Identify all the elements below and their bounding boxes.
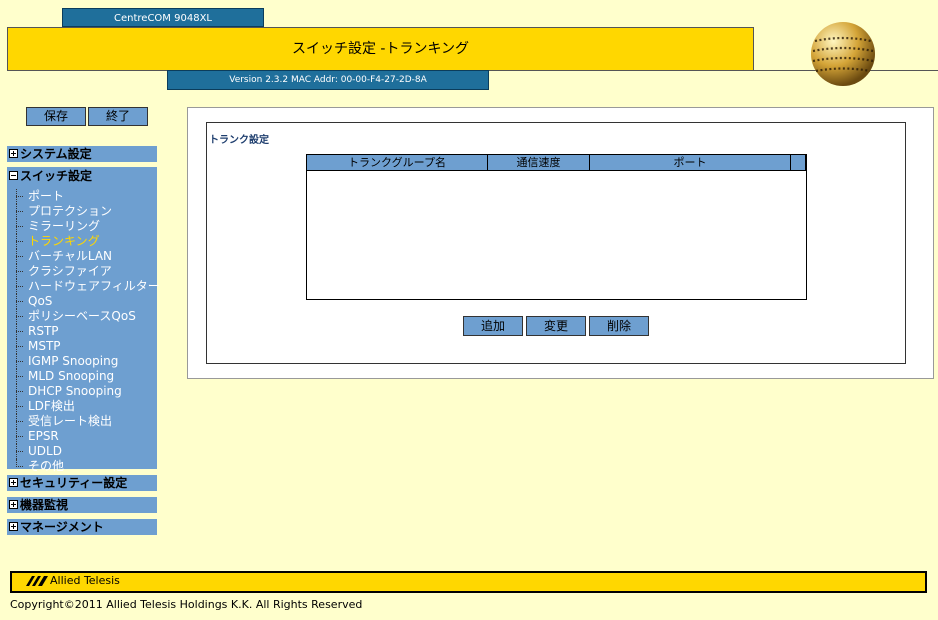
nav-switch-settings[interactable]: スイッチ設定 xyxy=(7,168,157,184)
footer-bar xyxy=(10,571,927,593)
nav-item[interactable]: MSTP xyxy=(15,339,160,354)
page-title: スイッチ設定 -トランキング xyxy=(7,27,754,71)
nav-item[interactable]: MLD Snooping xyxy=(15,369,160,384)
nav-item-label: クラシファイア xyxy=(28,264,112,278)
nav-item-label: RSTP xyxy=(28,324,59,338)
nav-item-label: EPSR xyxy=(28,429,59,443)
nav-item[interactable]: ハードウェアフィルター xyxy=(15,279,160,294)
tree-branch xyxy=(16,361,23,362)
expand-icon xyxy=(9,149,18,158)
tree-branch xyxy=(16,301,23,302)
tree-branch xyxy=(16,436,23,437)
nav-item[interactable]: 受信レート検出 xyxy=(15,414,160,429)
table-header-group-name: トランクグループ名 xyxy=(307,155,488,171)
tree-branch xyxy=(16,391,23,392)
tree-branch xyxy=(16,196,23,197)
nav-item[interactable]: QoS xyxy=(15,294,160,309)
tree-branch xyxy=(16,226,23,227)
collapse-icon xyxy=(9,171,18,180)
nav-item[interactable]: IGMP Snooping xyxy=(15,354,160,369)
nav-item-label: ポート xyxy=(28,189,65,203)
tree-branch xyxy=(16,376,23,377)
exit-button[interactable]: 終了 xyxy=(88,107,148,126)
tree-branch xyxy=(16,286,23,287)
change-button[interactable]: 変更 xyxy=(526,316,586,336)
nav-item[interactable]: DHCP Snooping xyxy=(15,384,160,399)
nav-item-label: その他 xyxy=(28,459,65,473)
nav-item-label: 受信レート検出 xyxy=(28,414,113,428)
tree-branch xyxy=(16,271,23,272)
allied-telesis-logo: Allied Telesis xyxy=(26,574,120,588)
model-tab: CentreCOM 9048XL xyxy=(62,8,264,27)
nav-item[interactable]: LDF検出 xyxy=(15,399,160,414)
tree-branch xyxy=(16,211,23,212)
nav-item[interactable]: その他 xyxy=(15,459,160,474)
section-title: トランク設定 xyxy=(209,135,269,146)
nav-device-monitor[interactable]: 機器監視 xyxy=(7,497,157,513)
nav-management-label: マネージメント xyxy=(20,520,104,534)
nav-switch-settings-panel: スイッチ設定 ポート プロテクション ミラーリング トランキング バーチャルLAN クラシ… xyxy=(7,167,160,473)
nav-item-label: MSTP xyxy=(28,339,61,353)
tree-branch xyxy=(16,316,23,317)
nav-item[interactable]: UDLD xyxy=(15,444,160,459)
nav-item-label: バーチャルLAN xyxy=(28,249,113,263)
copyright-text: Copyright©2011 Allied Telesis Holdings K… xyxy=(10,598,363,611)
version-info: Version 2.3.2 MAC Addr: 00-00-F4-27-2D-8… xyxy=(167,70,489,90)
tree-branch xyxy=(16,241,23,242)
allied-telesis-logo-icon xyxy=(26,576,48,586)
expand-icon xyxy=(9,522,18,531)
nav-item-label: トランキング xyxy=(28,234,100,248)
nav-system-label: システム設定 xyxy=(20,147,92,161)
nav-item[interactable]: バーチャルLAN xyxy=(15,249,160,264)
table-header-speed: 通信速度 xyxy=(488,155,590,171)
tree-branch xyxy=(16,346,23,347)
nav-item-label: ポリシーベースQoS xyxy=(28,309,136,323)
nav-item-label: MLD Snooping xyxy=(28,369,115,383)
nav-item-label: LDF検出 xyxy=(28,399,75,413)
nav-switch-label: スイッチ設定 xyxy=(20,169,93,183)
tree-branch xyxy=(16,406,23,407)
globe-logo-icon xyxy=(811,22,875,86)
nav-management[interactable]: マネージメント xyxy=(7,519,157,535)
nav-item[interactable]: ミラーリング xyxy=(15,219,160,234)
nav-item[interactable]: クラシファイア xyxy=(15,264,160,279)
tree-branch xyxy=(16,331,23,332)
table-header-scroll xyxy=(791,155,806,171)
tree-branch xyxy=(16,256,23,257)
nav-monitor-label: 機器監視 xyxy=(20,498,69,512)
nav-switch-items: ポート プロテクション ミラーリング トランキング バーチャルLAN クラシファイア ハード… xyxy=(15,189,160,474)
nav-item-label: UDLD xyxy=(28,444,62,458)
expand-icon xyxy=(9,478,18,487)
table-header-ports: ポート xyxy=(590,155,791,171)
nav-item[interactable]: プロテクション xyxy=(15,204,160,219)
nav-item-label: DHCP Snooping xyxy=(28,384,122,398)
save-button[interactable]: 保存 xyxy=(26,107,86,126)
logo-text: Allied Telesis xyxy=(50,574,120,587)
nav-item[interactable]: RSTP xyxy=(15,324,160,339)
nav-item-label: プロテクション xyxy=(28,204,113,218)
nav-item-label: IGMP Snooping xyxy=(28,354,119,368)
nav-item-label: ハードウェアフィルター xyxy=(28,279,160,293)
nav-item[interactable]: EPSR xyxy=(15,429,160,444)
tree-branch xyxy=(16,466,23,467)
nav-security-label: セキュリティー設定 xyxy=(20,476,128,490)
nav-item-label: QoS xyxy=(28,294,53,308)
delete-button[interactable]: 削除 xyxy=(589,316,649,336)
nav-security-settings[interactable]: セキュリティー設定 xyxy=(7,475,157,491)
tree-branch xyxy=(16,421,23,422)
expand-icon xyxy=(9,500,18,509)
nav-system-settings[interactable]: システム設定 xyxy=(7,146,157,162)
nav-item-label: ミラーリング xyxy=(28,219,101,233)
nav-item[interactable]: ポリシーベースQoS xyxy=(15,309,160,324)
tree-branch xyxy=(16,451,23,452)
add-button[interactable]: 追加 xyxy=(463,316,523,336)
trunk-table: トランクグループ名 通信速度 ポート xyxy=(306,154,807,300)
nav-item[interactable]: ポート xyxy=(15,189,160,204)
nav-item[interactable]: トランキング xyxy=(15,234,160,249)
